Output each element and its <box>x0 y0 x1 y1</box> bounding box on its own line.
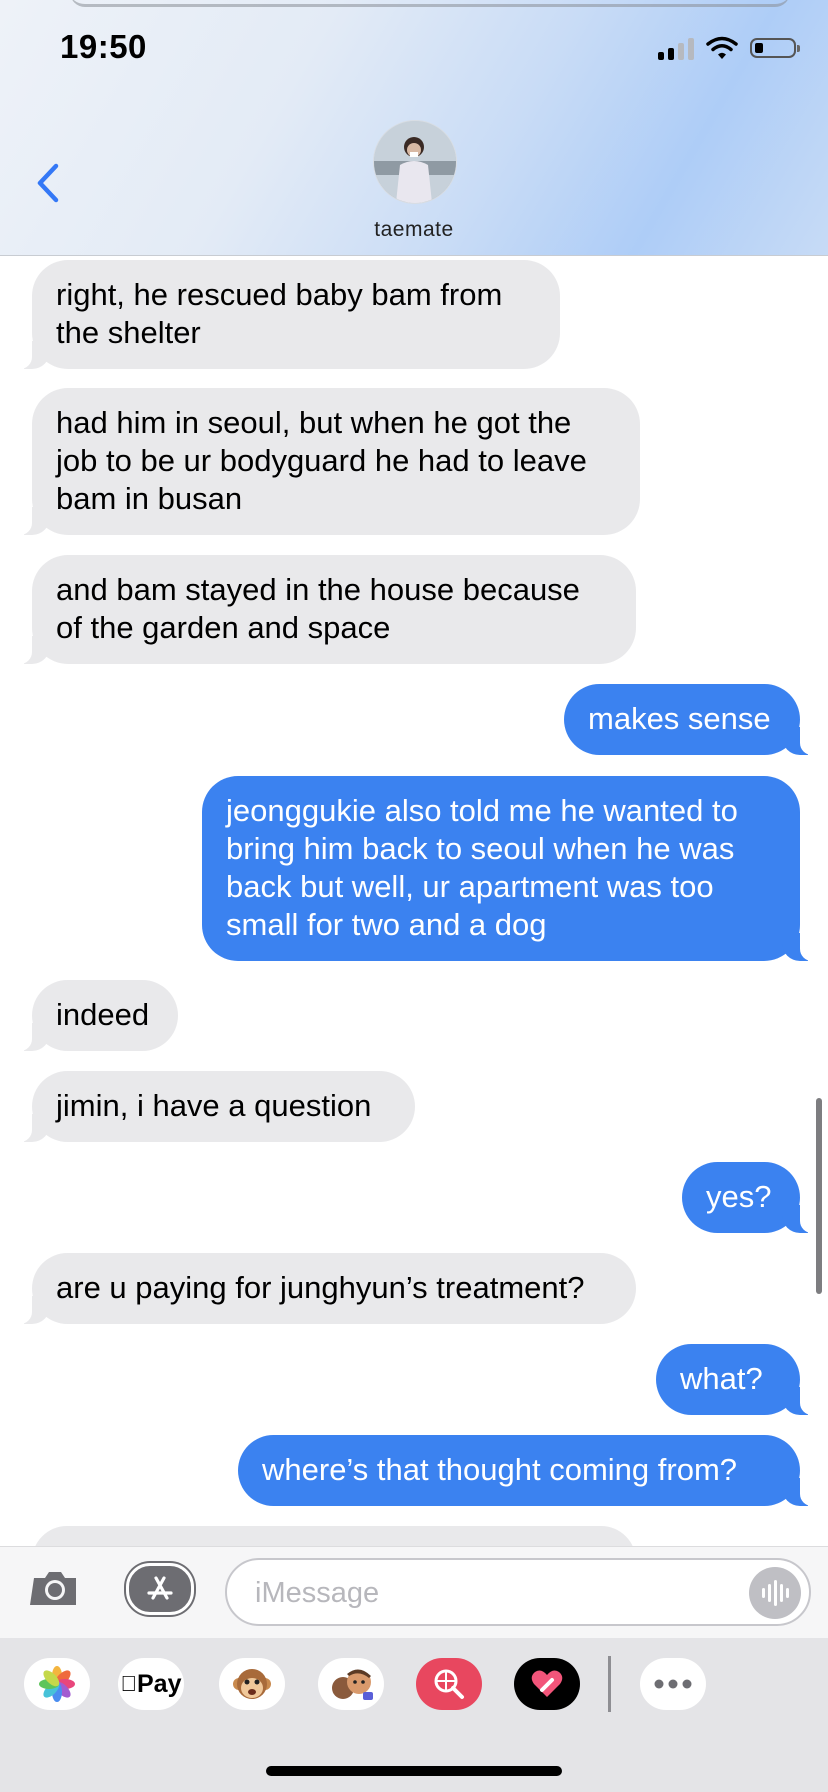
app-drawer:  Pay <box>0 1638 828 1792</box>
message-bubble-outgoing[interactable]: what? <box>656 1344 820 1415</box>
monkey-memoji-icon[interactable] <box>219 1658 285 1710</box>
message-bubble-incoming[interactable]: right, he rescued baby bam from the shel… <box>12 260 560 369</box>
ellipsis-glyph <box>654 1679 692 1689</box>
device-notch-edge <box>70 0 790 7</box>
image-search-icon[interactable] <box>416 1658 482 1710</box>
message-bubble-outgoing[interactable]: yes? <box>682 1162 820 1233</box>
monkey-face-glyph <box>233 1669 271 1699</box>
photos-icon[interactable] <box>24 1658 90 1710</box>
memoji-stickers-icon[interactable] <box>318 1658 384 1710</box>
audio-message-icon[interactable] <box>749 1567 801 1619</box>
imessage-input[interactable]: iMessage <box>225 1558 811 1626</box>
contact-name[interactable]: taemate <box>0 218 828 242</box>
message-bubble-incoming[interactable]: and bam stayed in the house because of t… <box>12 555 636 664</box>
conversation-header: 19:50 taemate <box>0 0 828 256</box>
message-bubble-incoming[interactable]: are u paying for junghyun’s treatment? <box>12 1253 636 1324</box>
message-bubble-incoming[interactable]: indeed <box>12 980 178 1051</box>
apple-pay-label: Pay <box>128 1669 181 1698</box>
digital-touch-icon[interactable] <box>514 1658 580 1710</box>
app-store-icon <box>147 1576 173 1600</box>
photos-flower-glyph <box>39 1666 75 1702</box>
message-thread[interactable]: right, he rescued baby bam from the shel… <box>0 256 828 1546</box>
cellular-signal-icon <box>658 36 694 60</box>
message-bubble-incoming[interactable]: had him in seoul, but when he got the jo… <box>12 388 640 535</box>
heart-glyph <box>531 1670 563 1697</box>
home-indicator[interactable] <box>266 1766 562 1776</box>
memoji-faces-glyph <box>332 1669 373 1700</box>
wifi-icon <box>706 36 738 59</box>
app-drawer-divider <box>608 1656 611 1712</box>
app-store-button[interactable] <box>126 1563 194 1615</box>
thread-scrollbar[interactable] <box>816 1098 822 1294</box>
globe-search-glyph <box>434 1669 464 1699</box>
apple-pay-icon[interactable]:  Pay <box>118 1658 184 1710</box>
message-bubble-incoming[interactable]: jimin, i have a question <box>12 1071 415 1142</box>
apple-logo-icon:  <box>121 1671 138 1697</box>
message-bubble-outgoing[interactable]: where’s that thought coming from? <box>238 1435 820 1506</box>
compose-bar: iMessage <box>0 1546 828 1639</box>
camera-icon[interactable] <box>30 1567 80 1609</box>
message-bubble-outgoing[interactable]: makes sense <box>564 684 820 755</box>
contact-avatar[interactable] <box>373 120 457 204</box>
battery-icon <box>750 38 800 58</box>
status-time: 19:50 <box>60 28 147 65</box>
message-bubble-incoming-partial[interactable] <box>32 1526 636 1546</box>
back-chevron-icon[interactable] <box>30 160 66 206</box>
message-bubble-outgoing[interactable]: jeonggukie also told me he wanted to bri… <box>202 776 820 961</box>
avatar-photo <box>374 121 456 203</box>
status-icons <box>658 36 800 60</box>
imessage-placeholder: iMessage <box>255 1577 380 1609</box>
more-apps-icon[interactable] <box>640 1658 706 1710</box>
